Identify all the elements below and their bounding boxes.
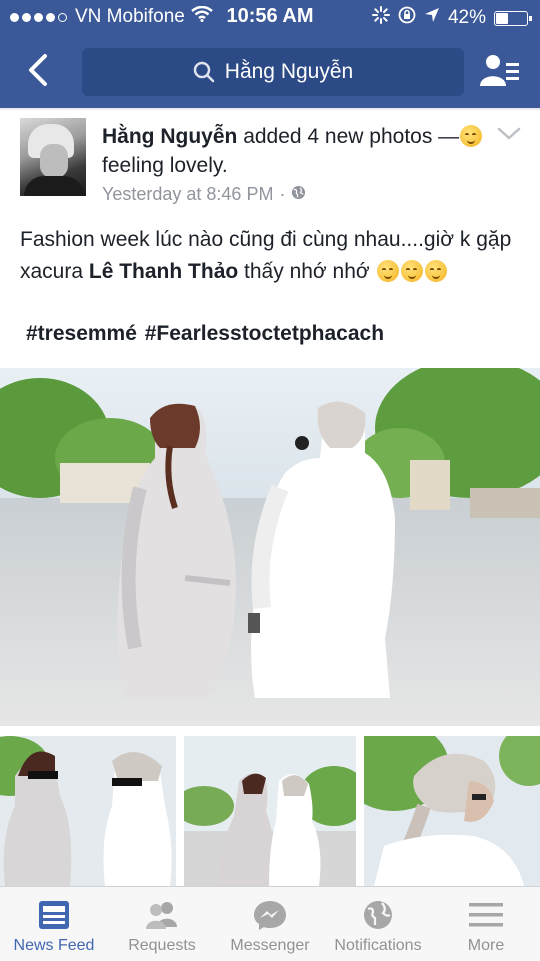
tab-news-feed[interactable]: News Feed (0, 887, 108, 961)
tab-messenger[interactable]: Messenger (216, 887, 324, 961)
avatar-shoulder (24, 176, 84, 196)
tab-label: Requests (128, 937, 196, 954)
post-action-text: added 4 new photos — (243, 125, 460, 148)
activity-spinner-icon (371, 6, 390, 30)
status-bar: VN Mobifone 10:56 AM 42% (0, 0, 540, 34)
lovely-emoji-icon (460, 125, 483, 147)
post-options-button[interactable] (496, 124, 522, 144)
requests-icon (144, 899, 180, 931)
post-text: Fashion week lúc nào cũng đi cùng nhau..… (20, 224, 520, 288)
back-button[interactable] (18, 50, 58, 90)
tab-requests[interactable]: Requests (108, 887, 216, 961)
messenger-icon (252, 899, 288, 931)
post-photo-thumb-1[interactable] (0, 736, 176, 886)
avatar[interactable] (20, 118, 86, 196)
post-meta: Yesterday at 8:46 PM · (102, 184, 306, 205)
battery-percent: 42% (447, 7, 486, 28)
news-feed-icon (36, 899, 72, 931)
top-navigation-bar: VN Mobifone 10:56 AM 42% Hằng Nguyễn (0, 0, 540, 108)
tab-label: News Feed (13, 937, 95, 954)
photo-two-women-sunglasses (0, 736, 176, 886)
battery-icon (494, 10, 532, 26)
post-photo-thumb-3[interactable] (364, 736, 540, 886)
post-timestamp[interactable]: Yesterday at 8:46 PM (102, 184, 273, 205)
post-photo-thumb-2[interactable] (184, 736, 356, 886)
photo-woman-braided-hair (364, 736, 540, 886)
search-icon (193, 61, 215, 83)
globe-icon (360, 899, 396, 931)
post-hashtags[interactable]: #tresemmé #Fearlesstoctetphacach (26, 322, 384, 346)
feeling-text: feeling lovely. (102, 154, 228, 177)
photo-two-women-walking-small (184, 736, 356, 886)
tab-label: More (467, 937, 505, 954)
author-name[interactable]: Hằng Nguyễn (102, 125, 237, 148)
tab-more[interactable]: More (432, 887, 540, 961)
post-header: Hằng Nguyễn added 4 new photos — feeling … (102, 122, 502, 180)
search-query: Hằng Nguyễn (224, 60, 354, 83)
friend-list-icon (480, 55, 519, 86)
avatar-face (40, 144, 68, 178)
tagged-person[interactable]: Lê Thanh Thảo (89, 260, 238, 283)
smirk-emoji-icon (376, 260, 399, 282)
friend-options-button[interactable] (478, 50, 522, 90)
smirk-emoji-icon (400, 260, 423, 282)
photo-two-women-walking (0, 368, 540, 726)
chevron-left-icon (29, 54, 47, 86)
meta-separator: · (279, 184, 286, 204)
status-right: 42% (371, 6, 532, 30)
globe-icon (291, 184, 306, 205)
tab-label: Messenger (230, 937, 310, 954)
tab-notifications[interactable]: Notifications (324, 887, 432, 961)
menu-icon (468, 899, 504, 931)
tab-label: Notifications (334, 937, 422, 954)
bottom-tab-bar: News Feed Requests Messenger Notificatio… (0, 886, 540, 961)
post-text-part2: thấy nhớ nhớ (244, 260, 370, 283)
rotation-lock-icon (398, 6, 416, 30)
chevron-down-icon (497, 127, 521, 140)
smirk-emoji-icon (424, 260, 447, 282)
feed-post: Hằng Nguyễn added 4 new photos — feeling … (0, 110, 540, 886)
location-arrow-icon (424, 7, 440, 29)
battery-level (496, 12, 508, 24)
search-input[interactable]: Hằng Nguyễn (82, 48, 464, 96)
post-photo-main[interactable] (0, 368, 540, 726)
